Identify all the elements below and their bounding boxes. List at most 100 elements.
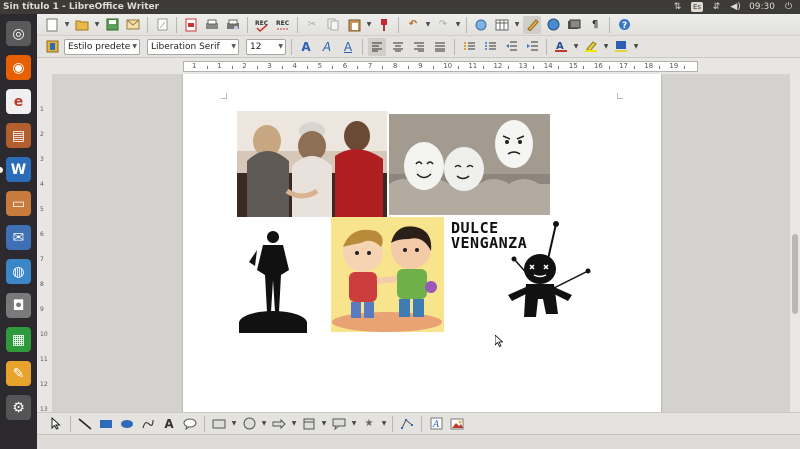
table-icon[interactable] bbox=[493, 16, 511, 34]
eggs-image[interactable] bbox=[389, 114, 550, 215]
chevron-down-icon[interactable]: ▼ bbox=[132, 43, 137, 50]
decrease-indent-icon[interactable] bbox=[502, 38, 520, 56]
dulce-venganza-image[interactable]: DULCE VENGANZA bbox=[448, 219, 603, 329]
launcher-item-firefox[interactable]: ◉ bbox=[3, 52, 34, 83]
launcher-item-libreoffice-start[interactable]: ▤ bbox=[3, 120, 34, 151]
undo-icon[interactable]: ↶ bbox=[404, 16, 422, 34]
keyboard-layout-indicator[interactable]: Es bbox=[690, 2, 704, 12]
redo-icon[interactable]: ↷ bbox=[434, 16, 452, 34]
highlighting-icon[interactable] bbox=[582, 38, 600, 56]
highlighting-dropdown-icon[interactable]: ▼ bbox=[603, 43, 609, 50]
edit-mode-icon[interactable] bbox=[153, 16, 171, 34]
symbol-shapes-icon[interactable] bbox=[240, 415, 258, 433]
copy-icon[interactable] bbox=[324, 16, 342, 34]
font-size-combo[interactable]: 12 ▼ bbox=[246, 38, 286, 55]
horizontal-ruler[interactable]: 1 1 2 3 4 5 6 7 8 9 10 11 12 13 14 15 16 17 18 19 bbox=[183, 61, 698, 72]
bold-icon[interactable]: A bbox=[297, 38, 315, 56]
print-icon[interactable] bbox=[203, 16, 221, 34]
table-dropdown-icon[interactable]: ▼ bbox=[514, 21, 520, 28]
statue-image[interactable] bbox=[205, 220, 323, 333]
bullets-icon[interactable] bbox=[481, 38, 499, 56]
scrollbar-thumb[interactable] bbox=[792, 234, 798, 314]
print-preview-icon[interactable] bbox=[224, 16, 242, 34]
volume-icon[interactable]: ◀) bbox=[730, 2, 741, 12]
callouts-dropdown-icon[interactable]: ▼ bbox=[351, 420, 357, 427]
new-document-icon[interactable] bbox=[43, 16, 61, 34]
background-color-icon[interactable] bbox=[612, 38, 630, 56]
launcher-item-libreoffice-writer[interactable]: W bbox=[3, 154, 34, 185]
flowchart-dropdown-icon[interactable]: ▼ bbox=[321, 420, 327, 427]
launcher-item-libreoffice-calc[interactable]: ▦ bbox=[3, 324, 34, 355]
points-icon[interactable] bbox=[398, 415, 416, 433]
increase-indent-icon[interactable] bbox=[523, 38, 541, 56]
clone-formatting-icon[interactable] bbox=[375, 16, 393, 34]
callouts-icon[interactable] bbox=[330, 415, 348, 433]
save-icon[interactable] bbox=[103, 16, 121, 34]
launcher-item-ebook-reader[interactable]: e bbox=[3, 86, 34, 117]
undo-dropdown-icon[interactable]: ▼ bbox=[425, 21, 431, 28]
paste-dropdown-icon[interactable]: ▼ bbox=[366, 21, 372, 28]
numbering-icon[interactable] bbox=[460, 38, 478, 56]
navigator-icon[interactable] bbox=[544, 16, 562, 34]
stars-icon[interactable]: ★ bbox=[360, 415, 378, 433]
network-icon[interactable]: ⇵ bbox=[711, 2, 722, 12]
align-center-icon[interactable] bbox=[389, 38, 407, 56]
font-color-dropdown-icon[interactable]: ▼ bbox=[573, 43, 579, 50]
couple-image[interactable] bbox=[237, 111, 387, 217]
launcher-item-maps[interactable]: ◍ bbox=[3, 256, 34, 287]
chevron-down-icon[interactable]: ▼ bbox=[231, 43, 236, 50]
formatting-marks-icon[interactable]: ¶ bbox=[586, 16, 604, 34]
italic-icon[interactable]: A bbox=[318, 38, 336, 56]
rectangle-tool-icon[interactable] bbox=[97, 415, 115, 433]
power-icon[interactable]: ⏻ bbox=[783, 2, 794, 12]
vertical-scrollbar[interactable] bbox=[790, 74, 800, 412]
insert-image-icon[interactable] bbox=[448, 415, 466, 433]
launcher-item-text-editor[interactable]: ✎ bbox=[3, 358, 34, 389]
launcher-item-dash-home[interactable]: ◎ bbox=[3, 18, 34, 49]
symbol-shapes-dropdown-icon[interactable]: ▼ bbox=[261, 420, 267, 427]
redo-dropdown-icon[interactable]: ▼ bbox=[455, 21, 461, 28]
basic-shapes-dropdown-icon[interactable]: ▼ bbox=[231, 420, 237, 427]
underline-icon[interactable]: A bbox=[339, 38, 357, 56]
autospellcheck-icon[interactable]: REC bbox=[274, 16, 292, 34]
ellipse-tool-icon[interactable] bbox=[118, 415, 136, 433]
show-draw-functions-icon[interactable] bbox=[523, 15, 541, 34]
basic-shapes-icon[interactable] bbox=[210, 415, 228, 433]
clock[interactable]: 09:30 bbox=[749, 2, 775, 12]
flowchart-icon[interactable] bbox=[300, 415, 318, 433]
chevron-down-icon[interactable]: ▼ bbox=[278, 43, 283, 50]
launcher-item-system-settings[interactable]: ⚙ bbox=[3, 392, 34, 423]
dropbox-icon[interactable]: ⇅ bbox=[672, 2, 683, 12]
paragraph-style-combo[interactable]: Estilo predete ▼ bbox=[64, 38, 140, 55]
launcher-item-camera[interactable]: ◘ bbox=[3, 290, 34, 321]
block-arrows-dropdown-icon[interactable]: ▼ bbox=[291, 420, 297, 427]
line-tool-icon[interactable] bbox=[76, 415, 94, 433]
align-right-icon[interactable] bbox=[410, 38, 428, 56]
cut-icon[interactable]: ✂ bbox=[303, 16, 321, 34]
open-folder-icon[interactable] bbox=[73, 16, 91, 34]
justify-icon[interactable] bbox=[431, 38, 449, 56]
select-arrow-icon[interactable] bbox=[47, 415, 65, 433]
children-image[interactable] bbox=[331, 217, 444, 332]
help-icon[interactable]: ? bbox=[615, 16, 633, 34]
font-name-combo[interactable]: Liberation Serif ▼ bbox=[147, 38, 239, 55]
launcher-item-files[interactable]: ▭ bbox=[3, 188, 34, 219]
fontwork-icon[interactable]: A bbox=[427, 415, 445, 433]
launcher-item-thunderbird[interactable]: ✉ bbox=[3, 222, 34, 253]
gallery-icon[interactable] bbox=[565, 16, 583, 34]
export-pdf-icon[interactable] bbox=[182, 16, 200, 34]
block-arrows-icon[interactable] bbox=[270, 415, 288, 433]
document-page[interactable]: DULCE VENGANZA bbox=[183, 74, 661, 412]
background-color-dropdown-icon[interactable]: ▼ bbox=[633, 43, 639, 50]
callout-tool-icon[interactable] bbox=[181, 415, 199, 433]
stars-dropdown-icon[interactable]: ▼ bbox=[381, 420, 387, 427]
freeform-tool-icon[interactable] bbox=[139, 415, 157, 433]
vertical-ruler[interactable]: 1234567891011121314 bbox=[37, 74, 52, 438]
paste-icon[interactable] bbox=[345, 16, 363, 34]
styles-formatting-icon[interactable] bbox=[43, 38, 61, 56]
hyperlink-icon[interactable] bbox=[472, 16, 490, 34]
font-color-icon[interactable]: A bbox=[552, 38, 570, 56]
open-dropdown-icon[interactable]: ▼ bbox=[94, 21, 100, 28]
spellcheck-icon[interactable]: REC bbox=[253, 16, 271, 34]
new-dropdown-icon[interactable]: ▼ bbox=[64, 21, 70, 28]
